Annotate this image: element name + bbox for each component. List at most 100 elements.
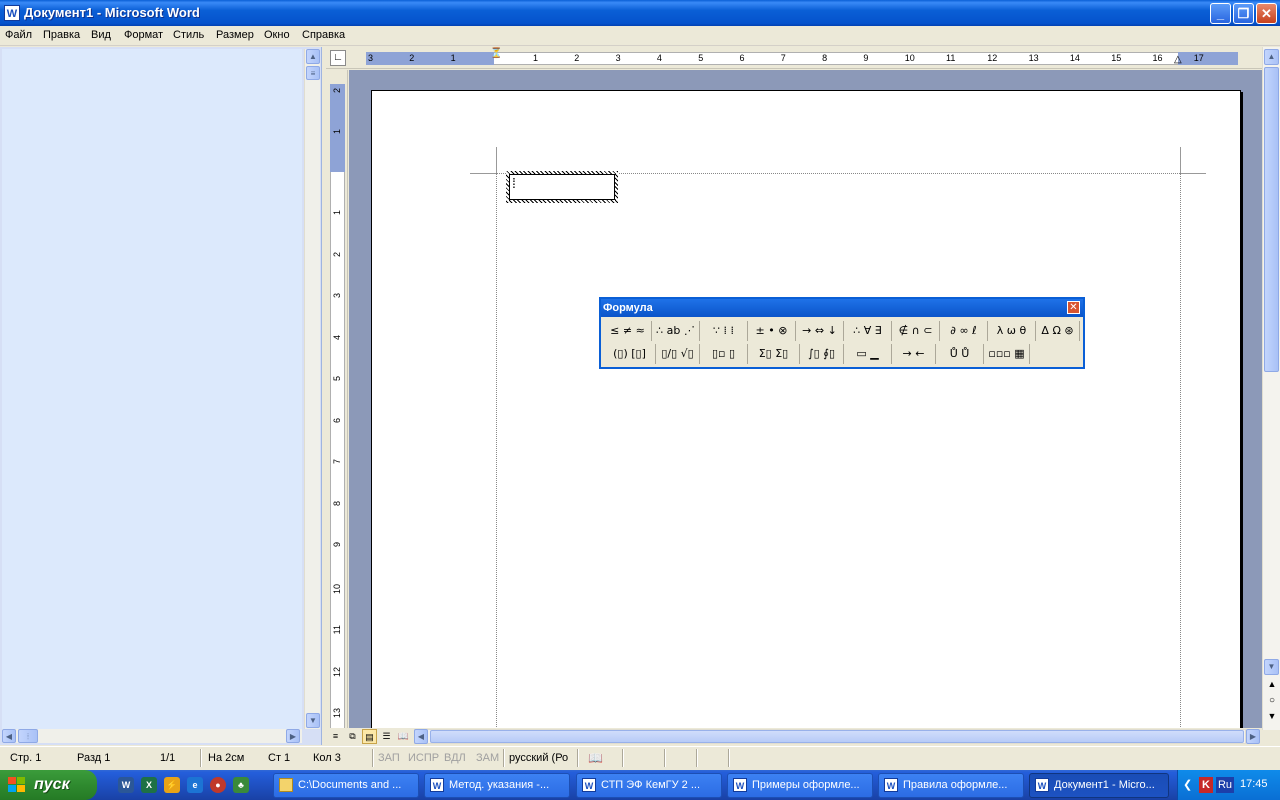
scroll-left-button[interactable]: ◀ <box>2 729 16 743</box>
status-trk[interactable]: ИСПР <box>408 750 439 766</box>
scroll-down-button[interactable]: ▼ <box>1264 659 1279 675</box>
ruler-number: 11 <box>946 53 956 63</box>
menu-view[interactable]: Вид <box>91 29 111 41</box>
formula-template-button[interactable]: λ ω θ <box>988 321 1036 341</box>
winamp-quicklaunch-icon[interactable]: ⚡ <box>164 777 180 793</box>
menu-file[interactable]: Файл <box>5 29 32 41</box>
status-language[interactable]: русский (Ро <box>509 750 568 766</box>
ruler-number: 13 <box>1028 53 1039 63</box>
taskbar-button-label: СТП ЭФ КемГУ 2 ... <box>601 779 701 791</box>
scroll-right-button[interactable]: ▶ <box>286 729 300 743</box>
taskbar-button[interactable]: W Документ1 - Micro... <box>1029 773 1169 798</box>
web-view-icon[interactable]: ⧉ <box>345 729 360 744</box>
word-doc-icon: W <box>430 778 444 792</box>
prev-page-icon[interactable]: ▲ <box>1265 679 1279 693</box>
formula-template-button[interactable]: → ⇔ ↓ <box>796 321 844 341</box>
vertical-ruler[interactable]: 2 1 1 2 3 4 5 6 7 8 9 10 11 12 13 <box>326 70 348 730</box>
taskbar-button[interactable]: W СТП ЭФ КемГУ 2 ... <box>576 773 722 798</box>
browse-object-icon[interactable]: ○ <box>1265 695 1279 709</box>
word-app-icon[interactable]: W <box>4 5 20 21</box>
opera-quicklaunch-icon[interactable]: ● <box>210 777 226 793</box>
formula-template-button[interactable]: ▯/▯ √▯ <box>656 344 700 364</box>
vruler-number: 7 <box>332 459 342 465</box>
formula-row-1: ≤ ≠ ≈ ∴ ab ⋰ ∵ ⁞ ⁞ ± • ⊗ → ⇔ ↓ ∴ ∀ ∃ ∉ ∩ ⊂ ∂ ∞ … <box>602 321 1082 343</box>
menu-window[interactable]: Окно <box>264 29 290 41</box>
outline-view-icon[interactable]: ☰ <box>379 729 394 744</box>
status-ovr[interactable]: ЗАМ <box>476 750 499 766</box>
ruler-number: 8 <box>822 53 828 63</box>
task-pane-vscrollbar[interactable]: ▲ ≡ ▼ <box>304 49 320 729</box>
equation-cursor[interactable]: ⁞ <box>509 174 615 200</box>
formula-template-button[interactable]: ∫▯ ∮▯ <box>800 344 844 364</box>
next-page-icon[interactable]: ▼ <box>1265 711 1279 725</box>
formula-template-button[interactable]: ≤ ≠ ≈ <box>604 321 652 341</box>
equation-object[interactable]: ⁞ <box>506 171 618 203</box>
formula-template-button[interactable]: ∉ ∩ ⊂ <box>892 321 940 341</box>
print-layout-icon[interactable]: ▤ <box>362 729 377 744</box>
formula-template-button[interactable]: Ů Ů <box>936 344 984 364</box>
formula-template-button[interactable]: ∵ ⁞ ⁞ <box>700 321 748 341</box>
formula-template-button[interactable]: ∴ ∀ ∃ <box>844 321 892 341</box>
formula-close-button[interactable]: ✕ <box>1067 301 1080 314</box>
menu-size[interactable]: Размер <box>216 29 254 41</box>
excel-quicklaunch-icon[interactable]: X <box>141 777 157 793</box>
formula-template-button[interactable]: ▭ ▁ <box>844 344 892 364</box>
menu-help[interactable]: Справка <box>302 29 345 41</box>
horizontal-ruler[interactable]: ∟ 3 2 1 1 2 3 4 5 6 7 8 9 10 11 12 13 14 15 16 17 ⏳ △ <box>326 47 1262 69</box>
restore-button[interactable]: ❐ <box>1233 3 1254 24</box>
menu-edit[interactable]: Правка <box>43 29 80 41</box>
indent-marker[interactable]: ⏳ <box>490 49 502 59</box>
hscroll-thumb[interactable]: ⦙ <box>18 729 38 743</box>
language-indicator[interactable]: Ru <box>1216 777 1234 793</box>
scroll-down-button[interactable]: ▼ <box>306 713 320 728</box>
menu-style[interactable]: Стиль <box>173 29 204 41</box>
word-doc-icon: W <box>582 778 596 792</box>
ruler-number: 2 <box>574 53 580 63</box>
tray-chevron-icon[interactable]: ❮ <box>1183 778 1192 791</box>
taskbar-button[interactable]: W Примеры оформле... <box>727 773 873 798</box>
tab-stop-selector[interactable]: ∟ <box>330 50 346 66</box>
taskbar-button-label: Примеры оформле... <box>752 779 860 791</box>
taskbar-button[interactable]: C:\Documents and ... <box>273 773 419 798</box>
status-rec[interactable]: ЗАП <box>378 750 400 766</box>
formula-template-button[interactable]: Δ Ω ⊛ <box>1036 321 1080 341</box>
normal-view-icon[interactable]: ≡ <box>328 729 343 744</box>
reading-view-icon[interactable]: 📖 <box>396 729 411 744</box>
close-button[interactable]: ✕ <box>1256 3 1277 24</box>
scroll-up-button[interactable]: ▲ <box>306 49 320 64</box>
formula-template-button[interactable]: ∴ ab ⋰ <box>652 321 700 341</box>
scroll-thumb[interactable]: ≡ <box>306 66 320 80</box>
clock[interactable]: 17:45 <box>1240 778 1268 790</box>
formula-template-button[interactable]: Σ▯ Σ▯ <box>748 344 800 364</box>
scroll-left-button[interactable]: ◀ <box>414 729 428 744</box>
scroll-up-button[interactable]: ▲ <box>1264 49 1279 65</box>
ie-quicklaunch-icon[interactable]: e <box>187 777 203 793</box>
scroll-right-button[interactable]: ▶ <box>1246 729 1260 744</box>
formula-template-button[interactable]: ∂ ∞ ℓ <box>940 321 988 341</box>
formula-toolbar-title[interactable]: Формула <box>601 299 1083 317</box>
right-indent-marker[interactable]: △ <box>1174 55 1182 65</box>
spelling-book-icon[interactable]: 📖 <box>588 750 603 766</box>
doc-scroll-thumb[interactable] <box>1264 67 1279 372</box>
formula-template-button[interactable]: ▫▫▫ ▦ <box>984 344 1030 364</box>
minimize-button[interactable]: _ <box>1210 3 1231 24</box>
taskbar-button[interactable]: W Правила оформле... <box>878 773 1024 798</box>
document-vscrollbar[interactable]: ▲ ▼ ▲ ○ ▼ <box>1262 47 1280 730</box>
task-pane-hscrollbar[interactable]: ◀ ⦙ ▶ <box>2 729 302 743</box>
start-button[interactable]: пуск <box>0 770 97 800</box>
formula-template-button[interactable]: ± • ⊗ <box>748 321 796 341</box>
antivirus-tray-icon[interactable]: K <box>1199 777 1213 793</box>
formula-template-button[interactable]: (▯) [▯] <box>604 344 656 364</box>
word-quicklaunch-icon[interactable]: W <box>118 777 134 793</box>
vruler-number: 6 <box>332 417 342 423</box>
document-page[interactable]: ⁞ <box>371 90 1241 743</box>
status-ext[interactable]: ВДЛ <box>444 750 466 766</box>
app-quicklaunch-icon[interactable]: ♣ <box>233 777 249 793</box>
taskbar-button[interactable]: W Метод. указания -... <box>424 773 570 798</box>
ruler-number: 17 <box>1193 53 1204 63</box>
formula-template-button[interactable]: → ← <box>892 344 936 364</box>
ruler-number: 7 <box>780 53 786 63</box>
menu-format[interactable]: Формат <box>124 29 163 41</box>
formula-template-button[interactable]: ▯▫ ▯ <box>700 344 748 364</box>
hscroll-thumb[interactable] <box>430 730 1244 743</box>
